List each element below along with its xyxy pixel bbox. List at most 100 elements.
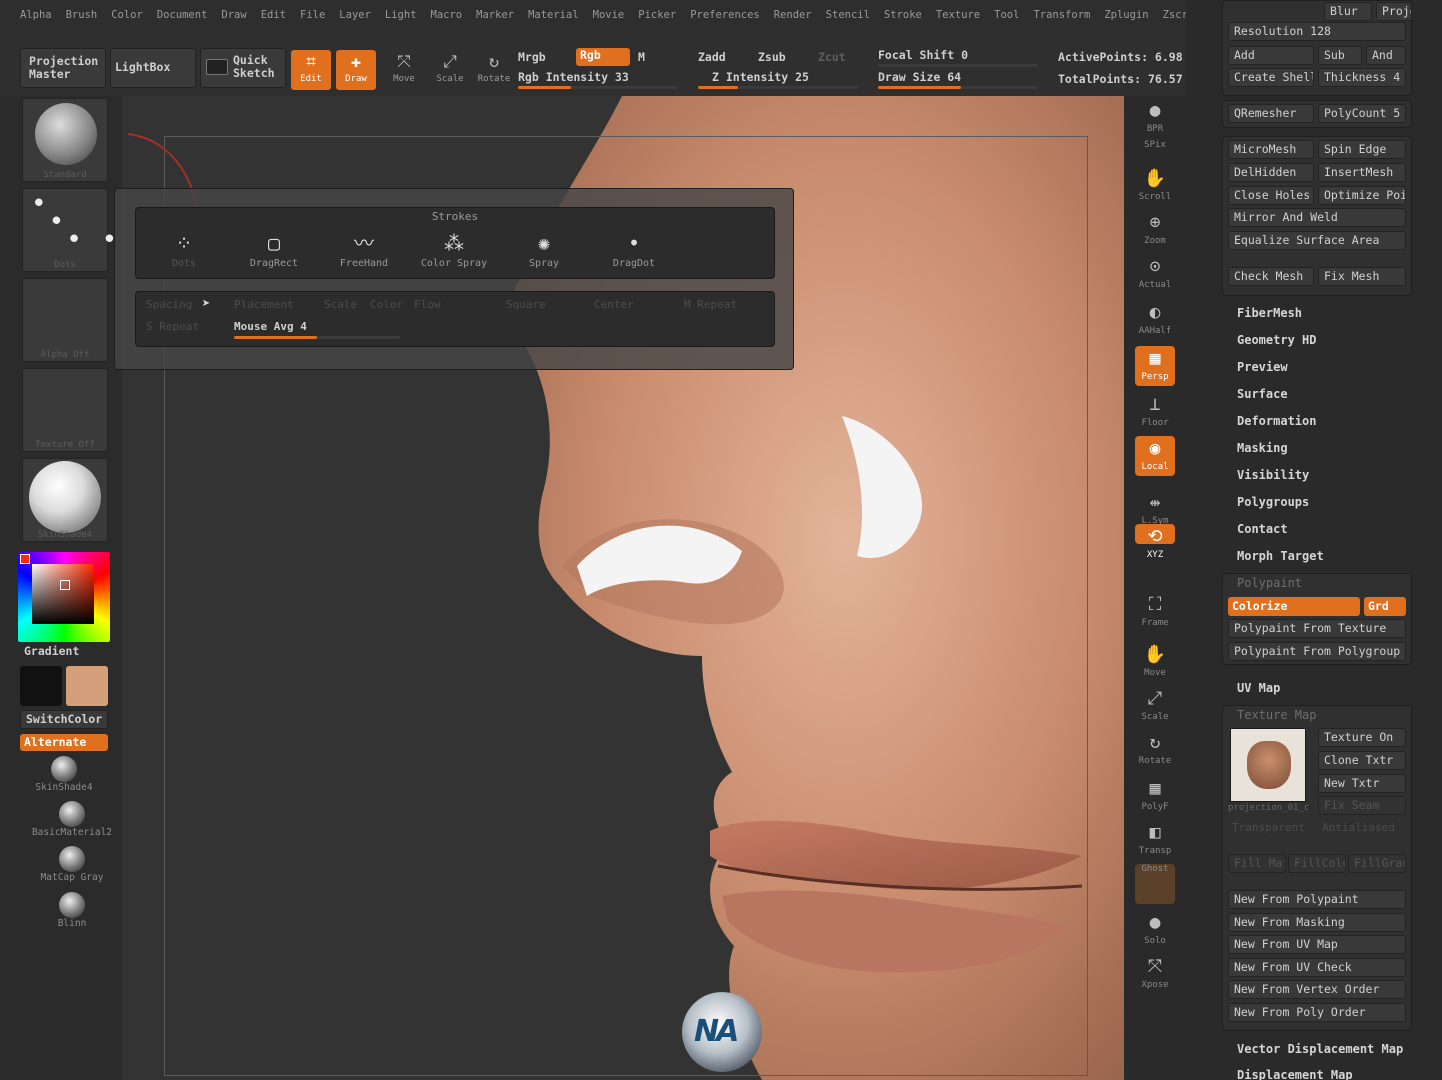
menu-brush[interactable]: Brush — [66, 9, 98, 21]
menu-alpha[interactable]: Alpha — [20, 9, 52, 21]
dock-aahalf-button[interactable]: ◐ AAHalf — [1135, 300, 1175, 340]
polycount-slider[interactable]: PolyCount 5 — [1318, 104, 1406, 123]
dock-bpr-button[interactable]: ● BPR — [1135, 98, 1175, 138]
add-button[interactable]: Add — [1228, 46, 1314, 65]
section-geometry-hd[interactable]: Geometry HD — [1237, 333, 1316, 347]
grd-toggle[interactable]: Grd — [1364, 597, 1406, 616]
m-toggle[interactable]: M — [638, 50, 645, 64]
alternate-button[interactable]: Alternate — [20, 734, 108, 751]
new-from-uv-map-button[interactable]: New From UV Map — [1228, 935, 1406, 955]
create-shell-button[interactable]: Create Shell — [1228, 68, 1314, 87]
quick-sketch-button[interactable]: Quick Sketch — [200, 48, 286, 88]
sub-button[interactable]: Sub — [1318, 46, 1362, 65]
tool-draw-button[interactable]: ✚ Draw — [336, 50, 376, 90]
menu-draw[interactable]: Draw — [221, 9, 246, 21]
new-from-masking-button[interactable]: New From Masking — [1228, 912, 1406, 932]
fix-seam-button[interactable]: Fix Seam — [1318, 796, 1406, 815]
delhidden-button[interactable]: DelHidden — [1228, 163, 1314, 182]
menu-material[interactable]: Material — [528, 9, 579, 21]
blur-slider[interactable]: Blur — [1324, 2, 1372, 21]
stroke-dots[interactable]: ⁘ Dots — [144, 228, 224, 269]
zsub-toggle[interactable]: Zsub — [758, 50, 786, 64]
optimize-points-button[interactable]: Optimize Poi — [1318, 186, 1406, 205]
menu-picker[interactable]: Picker — [638, 9, 676, 21]
lightbox-button[interactable]: LightBox — [110, 48, 196, 88]
menu-macro[interactable]: Macro — [431, 9, 463, 21]
menu-texture[interactable]: Texture — [936, 9, 980, 21]
color-picker[interactable] — [18, 552, 110, 642]
draw-size-track[interactable] — [878, 86, 1038, 89]
menu-movie[interactable]: Movie — [593, 9, 625, 21]
and-button[interactable]: And — [1366, 46, 1406, 65]
brush-selector[interactable]: Standard — [22, 98, 108, 182]
z-intensity-slider[interactable]: Z Intensity 25 — [712, 70, 809, 84]
section-deformation[interactable]: Deformation — [1237, 414, 1316, 428]
s-repeat-slider[interactable]: S Repeat — [146, 320, 199, 333]
menu-render[interactable]: Render — [774, 9, 812, 21]
dock-frame-button[interactable]: ⛶ Frame — [1135, 592, 1175, 632]
menu-layer[interactable]: Layer — [339, 9, 371, 21]
zadd-toggle[interactable]: Zadd — [698, 50, 726, 64]
tool-rotate-button[interactable]: ↻ Rotate — [474, 50, 514, 90]
fill-mat-button[interactable]: Fill Mat — [1228, 854, 1286, 873]
new-from-uv-check-button[interactable]: New From UV Check — [1228, 957, 1406, 977]
dock-rotate-button[interactable]: ↻ Rotate — [1135, 730, 1175, 770]
main-color-swatch[interactable] — [20, 666, 62, 706]
section-fibermesh[interactable]: FiberMesh — [1237, 306, 1302, 320]
equalize-surface-area-button[interactable]: Equalize Surface Area — [1228, 231, 1406, 250]
mouse-avg-slider[interactable]: Mouse Avg 4 — [234, 320, 307, 333]
spin-edge-button[interactable]: Spin Edge — [1318, 140, 1406, 159]
stroke-dragrect[interactable]: ▢ DragRect — [234, 228, 314, 269]
stroke-setting-square[interactable]: Square — [506, 298, 546, 311]
tool-scale-button[interactable]: ⤢ Scale — [430, 50, 470, 90]
texture-selector[interactable]: Texture Off — [22, 368, 108, 452]
focal-shift-track[interactable] — [878, 64, 1038, 67]
projection-master-button[interactable]: Projection Master — [20, 48, 106, 88]
antialiased-toggle[interactable]: Antialiased — [1322, 821, 1395, 834]
menu-stencil[interactable]: Stencil — [826, 9, 870, 21]
dock-persp-button[interactable]: ▦ Persp — [1135, 346, 1175, 386]
dock-polyf-button[interactable]: ▦ PolyF — [1135, 776, 1175, 816]
stroke-setting-scale[interactable]: Scale — [324, 298, 357, 311]
menu-light[interactable]: Light — [385, 9, 417, 21]
close-holes-button[interactable]: Close Holes — [1228, 186, 1314, 205]
rgb-toggle[interactable]: Rgb — [576, 48, 630, 66]
new-from-poly-order-button[interactable]: New From Poly Order — [1228, 1003, 1406, 1022]
stroke-setting-spacing[interactable]: Spacing — [146, 298, 192, 311]
dock-local-button[interactable]: ◉ Local — [1135, 436, 1175, 476]
menu-document[interactable]: Document — [157, 9, 208, 21]
texture-on-toggle[interactable]: Texture On — [1318, 728, 1406, 747]
section-contact[interactable]: Contact — [1237, 522, 1288, 536]
check-mesh-button[interactable]: Check Mesh — [1228, 267, 1314, 286]
stroke-dragdot[interactable]: • DragDot — [594, 228, 674, 269]
section-surface[interactable]: Surface — [1237, 387, 1288, 401]
dock-solo-button[interactable]: ● Solo — [1135, 910, 1175, 950]
menu-marker[interactable]: Marker — [476, 9, 514, 21]
texture-thumbnail[interactable] — [1230, 728, 1306, 802]
project-toggle[interactable]: Projec — [1376, 2, 1412, 21]
dock-ghost-button[interactable]: Ghost — [1135, 864, 1175, 904]
menu-edit[interactable]: Edit — [261, 9, 286, 21]
alpha-selector[interactable]: Alpha Off — [22, 278, 108, 362]
menu-transform[interactable]: Transform — [1033, 9, 1090, 21]
zcut-toggle[interactable]: Zcut — [818, 50, 846, 64]
material-2[interactable]: MatCap Gray — [22, 846, 122, 883]
menu-color[interactable]: Color — [111, 9, 143, 21]
color-picker-square[interactable] — [32, 564, 94, 624]
draw-size-slider[interactable]: Draw Size 64 — [878, 70, 961, 84]
section-masking[interactable]: Masking — [1237, 441, 1288, 455]
stroke-color-spray[interactable]: ⁂ Color Spray — [414, 228, 494, 269]
dock-floor-button[interactable]: ⊥ Floor — [1135, 392, 1175, 432]
menu-zplugin[interactable]: Zplugin — [1104, 9, 1148, 21]
section-visibility[interactable]: Visibility — [1237, 468, 1309, 482]
stroke-spray[interactable]: ✺ Spray — [504, 228, 584, 269]
stroke-setting-flow[interactable]: Flow — [414, 298, 441, 311]
polypaint-title[interactable]: Polypaint — [1237, 576, 1302, 590]
texture-map-title[interactable]: Texture Map — [1237, 708, 1316, 722]
dock-xyz-button[interactable]: ⟲ XYZ — [1135, 524, 1175, 560]
dock-spix-button[interactable]: SPix — [1135, 140, 1175, 160]
mrgb-toggle[interactable]: Mrgb — [518, 50, 546, 64]
vector-displacement-map-section[interactable]: Vector Displacement Map — [1237, 1042, 1403, 1056]
dock-zoom-button[interactable]: ⊕ Zoom — [1135, 210, 1175, 250]
qremesher-button[interactable]: QRemesher — [1228, 104, 1314, 123]
